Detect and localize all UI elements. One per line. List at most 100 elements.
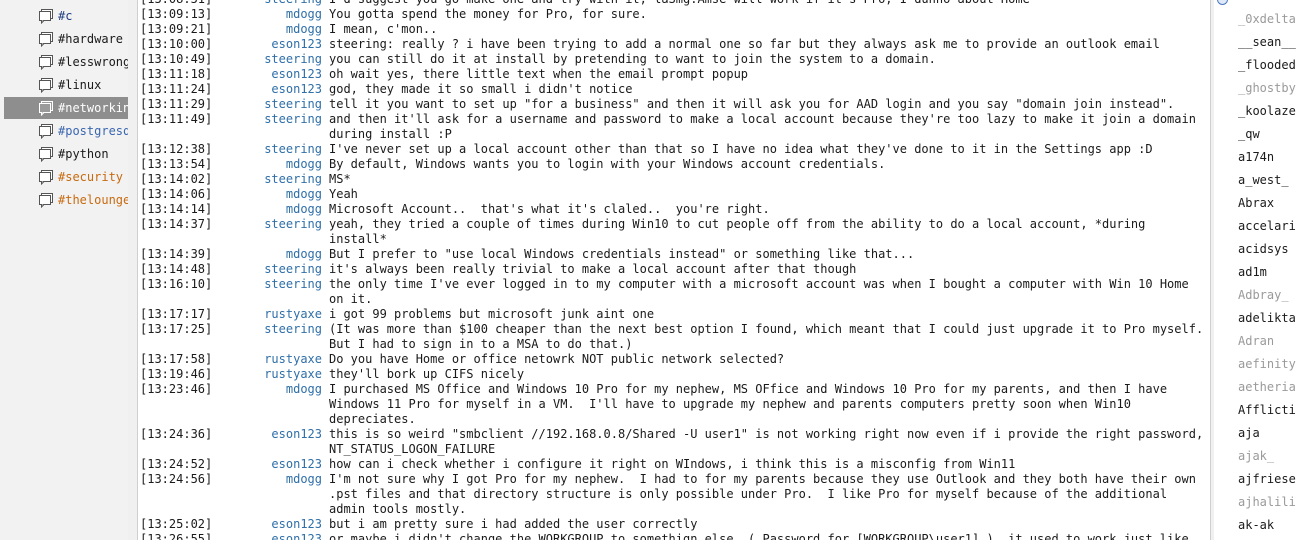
- channel-sidebar: #c #hardware #lesswrong #linux #networking #p…: [0, 0, 128, 540]
- user-list-item[interactable]: _ghostby: [1238, 77, 1315, 99]
- message-nick[interactable]: steering: [258, 0, 322, 7]
- user-list-item[interactable]: ajak_: [1238, 445, 1315, 467]
- user-list-item[interactable]: ak-ak: [1238, 514, 1315, 536]
- user-list-item[interactable]: _koolaze: [1238, 100, 1315, 122]
- channel-item[interactable]: #hardware: [4, 28, 128, 50]
- message-nick[interactable]: steering: [258, 52, 322, 67]
- message-text: You gotta spend the money for Pro, for s…: [329, 7, 647, 21]
- message-nick[interactable]: eson123: [258, 427, 322, 457]
- message-nick[interactable]: steering: [258, 172, 322, 187]
- message-timestamp: [13:25:02]: [140, 517, 213, 531]
- user-status-icon: [1217, 0, 1228, 5]
- message-row: [13:10:49] steering you can still do it at…: [138, 52, 1210, 67]
- message-nick[interactable]: eson123: [258, 67, 322, 82]
- message-row: [13:23:46] mdogg I purchased MS Office and…: [138, 382, 1210, 427]
- chat-bubble-icon: [39, 32, 53, 47]
- message-nick[interactable]: steering: [258, 97, 322, 112]
- user-list-item[interactable]: a174n: [1238, 146, 1315, 168]
- user-list-item[interactable]: _flooded: [1238, 54, 1315, 76]
- message-nick[interactable]: steering: [258, 142, 322, 157]
- user-list-item[interactable]: _qw: [1238, 123, 1315, 145]
- channel-label: #hardware: [58, 32, 124, 46]
- message-nick[interactable]: eson123: [258, 457, 322, 472]
- message-timestamp: [13:14:06]: [140, 187, 213, 201]
- user-list-item[interactable]: __sean__: [1238, 31, 1315, 53]
- message-row: [13:17:17] rustyaxe i got 99 problems but …: [138, 307, 1210, 322]
- message-nick[interactable]: mdogg: [258, 157, 322, 172]
- message-row: [13:24:52] eson123 how can i check whether…: [138, 457, 1210, 472]
- channel-label: #postgresql: [58, 124, 128, 138]
- message-timestamp: [13:08:51]: [138, 0, 258, 7]
- message-timestamp: [13:14:02]: [140, 172, 213, 186]
- user-list-item[interactable]: ajhalili: [1238, 491, 1315, 513]
- message-row: [13:10:00] eson123 steering: really ? i ha…: [138, 37, 1210, 52]
- message-nick[interactable]: mdogg: [258, 382, 322, 427]
- user-list-item[interactable]: accelari: [1238, 215, 1315, 237]
- message-row: [13:09:13] mdogg You gotta spend the money…: [138, 7, 1210, 22]
- channel-item[interactable]: #c: [4, 5, 128, 27]
- message-nick[interactable]: steering: [258, 277, 322, 307]
- message-nick[interactable]: steering: [258, 112, 322, 142]
- message-nick[interactable]: eson123: [258, 517, 322, 532]
- channel-item[interactable]: #postgresql: [4, 120, 128, 142]
- channel-item[interactable]: #thelounge: [4, 189, 128, 211]
- message-row: [13:11:24] eson123 god, they made it so sm…: [138, 82, 1210, 97]
- user-list-item[interactable]: acidsys: [1238, 238, 1315, 260]
- message-list: [13:08:51]steeringI'd suggest you go mak…: [138, 0, 1210, 540]
- channel-item[interactable]: #networking: [4, 97, 128, 119]
- message-nick[interactable]: mdogg: [258, 187, 322, 202]
- channel-label: #networking: [58, 101, 128, 115]
- message-nick[interactable]: mdogg: [258, 472, 322, 517]
- message-nick[interactable]: mdogg: [258, 7, 322, 22]
- message-row: [13:11:18] eson123 oh wait yes, there litt…: [138, 67, 1210, 82]
- message-text: but i am pretty sure i had added the use…: [329, 517, 698, 531]
- message-row: [13:14:02] steering MS*: [138, 172, 1210, 187]
- user-list-item[interactable]: aefinity: [1238, 353, 1315, 375]
- message-text: how can i check whether i configure it r…: [329, 457, 1016, 471]
- message-nick[interactable]: mdogg: [258, 247, 322, 262]
- message-nick[interactable]: mdogg: [258, 22, 322, 37]
- message-row: [13:13:54] mdogg By default, Windows wants…: [138, 157, 1210, 172]
- message-timestamp: [13:17:17]: [140, 307, 213, 321]
- message-row: [13:24:56] mdogg I'm not sure why I got Pr…: [138, 472, 1210, 517]
- message-timestamp: [13:14:48]: [140, 262, 213, 276]
- channel-label: #c: [58, 9, 73, 23]
- message-text: they'll bork up CIFS nicely: [329, 367, 525, 381]
- message-row: [13:19:46] rustyaxe they'll bork up CIFS n…: [138, 367, 1210, 382]
- user-list-item[interactable]: ajfriese: [1238, 468, 1315, 490]
- message-text: I purchased MS Office and Windows 10 Pro…: [329, 382, 1168, 426]
- message-timestamp: [13:23:46]: [140, 382, 213, 396]
- message-nick[interactable]: eson123: [258, 532, 322, 540]
- message-nick[interactable]: steering: [258, 322, 322, 352]
- channel-item[interactable]: #python: [4, 143, 128, 165]
- user-list-item[interactable]: aja: [1238, 422, 1315, 444]
- message-nick[interactable]: rustyaxe: [258, 352, 322, 367]
- chat-bubble-icon: [39, 55, 53, 70]
- channel-item[interactable]: #linux: [4, 74, 128, 96]
- message-nick[interactable]: rustyaxe: [258, 307, 322, 322]
- message-nick[interactable]: mdogg: [258, 202, 322, 217]
- user-list-item[interactable]: adelikta: [1238, 307, 1315, 329]
- user-list-item[interactable]: Afflicti: [1238, 399, 1315, 421]
- user-list-item[interactable]: Adbray_: [1238, 284, 1315, 306]
- channel-item[interactable]: #lesswrong: [4, 51, 128, 73]
- message-nick[interactable]: eson123: [258, 82, 322, 97]
- user-list-item[interactable]: aetheria: [1238, 376, 1315, 398]
- user-list-item[interactable]: _0xdelta: [1238, 8, 1315, 30]
- message-row: [13:26:55] eson123 or maybe i didn't chang…: [138, 532, 1210, 540]
- message-nick[interactable]: rustyaxe: [258, 367, 322, 382]
- message-nick[interactable]: steering: [258, 262, 322, 277]
- channel-label: #lesswrong: [58, 55, 128, 69]
- message-text: But I prefer to "use local Windows crede…: [329, 247, 915, 261]
- user-list-item[interactable]: ad1m: [1238, 261, 1315, 283]
- message-timestamp: [13:24:52]: [140, 457, 213, 471]
- sidebar-scrollbar[interactable]: [128, 0, 137, 540]
- user-list-item[interactable]: Abrax: [1238, 192, 1315, 214]
- channel-label: #linux: [58, 78, 102, 92]
- message-nick[interactable]: steering: [258, 217, 322, 247]
- channel-item[interactable]: #security: [4, 166, 128, 188]
- user-list-item[interactable]: Adran: [1238, 330, 1315, 352]
- channel-label: #thelounge: [58, 193, 128, 207]
- user-list-item[interactable]: a_west_: [1238, 169, 1315, 191]
- message-nick[interactable]: eson123: [258, 37, 322, 52]
